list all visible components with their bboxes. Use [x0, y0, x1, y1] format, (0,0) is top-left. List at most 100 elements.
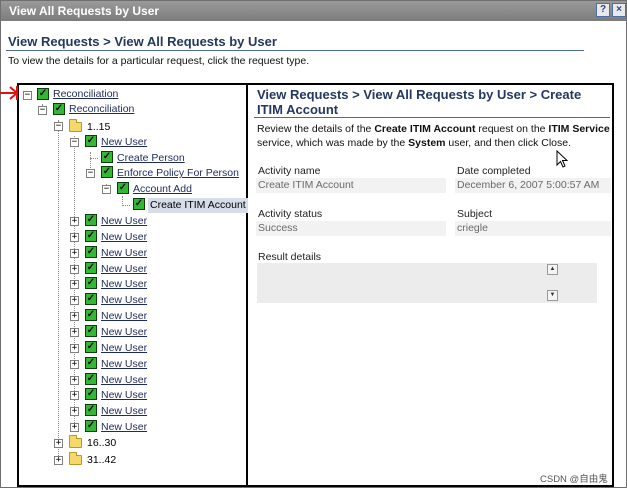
tree-node-new-user[interactable]: New User — [101, 341, 147, 356]
tree-node-new-user[interactable]: New User — [101, 420, 147, 435]
tree-folder-31-42[interactable]: 31..42 — [87, 453, 116, 468]
tree-node-create-person[interactable]: Create Person — [117, 151, 185, 166]
subject-label: Subject — [457, 208, 493, 220]
checkbox-checked-icon[interactable]: ✓ — [85, 135, 97, 147]
date-completed-value: December 6, 2007 5:00:57 AM — [455, 178, 611, 193]
checkbox-checked-icon[interactable]: ✓ — [85, 230, 97, 242]
activity-status-value: Success — [256, 221, 446, 236]
checkbox-checked-icon[interactable]: ✓ — [85, 262, 97, 274]
checkbox-checked-icon[interactable]: ✓ — [85, 420, 97, 432]
folder-icon — [69, 452, 82, 465]
checkbox-checked-icon[interactable]: ✓ — [85, 246, 97, 258]
date-completed-label: Date completed — [457, 165, 531, 177]
expand-toggle[interactable]: + — [70, 312, 79, 321]
checkbox-checked-icon[interactable]: ✓ — [85, 357, 97, 369]
desc-text: Review the details of the — [257, 123, 375, 135]
scroll-down-icon[interactable]: ▼ — [547, 290, 558, 301]
mouse-cursor-icon — [556, 150, 568, 168]
desc-request-name: Create ITIM Account — [374, 123, 476, 135]
expand-toggle[interactable]: + — [70, 328, 79, 337]
desc-text: user, and then click Close. — [445, 137, 571, 149]
scroll-up-icon[interactable]: ▲ — [547, 264, 558, 275]
tree-node-new-user[interactable]: New User — [101, 230, 147, 245]
watermark: CSDN @自由鬼 — [540, 474, 608, 485]
help-button[interactable]: ? — [596, 3, 610, 17]
tree-node-enforce-policy[interactable]: Enforce Policy For Person — [117, 166, 239, 181]
tree-node-new-user[interactable]: New User — [101, 373, 147, 388]
collapse-toggle[interactable]: − — [54, 122, 63, 131]
expand-toggle[interactable]: + — [70, 407, 79, 416]
desc-text: service, which was made by the — [257, 137, 409, 149]
tree-node-new-user[interactable]: New User — [101, 277, 147, 292]
window-titlebar: View All Requests by User — [1, 1, 626, 21]
collapse-toggle[interactable]: − — [102, 185, 111, 194]
checkbox-checked-icon[interactable]: ✓ — [53, 103, 65, 115]
checkbox-checked-icon[interactable]: ✓ — [37, 88, 49, 100]
tree-node-new-user[interactable]: New User — [101, 357, 147, 372]
checkbox-checked-icon[interactable]: ✓ — [117, 182, 129, 194]
tree-node-reconciliation-root[interactable]: Reconciliation — [53, 87, 118, 102]
detail-description: Review the details of the Create ITIM Ac… — [257, 122, 613, 150]
expand-toggle[interactable]: + — [54, 456, 63, 465]
tree-folder-1-15[interactable]: 1..15 — [87, 120, 110, 135]
checkbox-checked-icon[interactable]: ✓ — [85, 325, 97, 337]
expand-toggle[interactable]: + — [70, 360, 79, 369]
desc-text: request on the — [475, 123, 549, 135]
result-details-box[interactable] — [257, 263, 597, 303]
tree-node-new-user[interactable]: New User — [101, 135, 147, 150]
desc-service-name: ITIM Service — [548, 123, 610, 135]
expand-toggle[interactable]: + — [70, 376, 79, 385]
window-title: View All Requests by User — [9, 4, 160, 18]
tree-node-new-user[interactable]: New User — [101, 246, 147, 261]
checkbox-checked-icon[interactable]: ✓ — [85, 277, 97, 289]
expand-toggle[interactable]: + — [70, 391, 79, 400]
collapse-toggle[interactable]: − — [70, 138, 79, 147]
tree-node-new-user[interactable]: New User — [101, 325, 147, 340]
tree-node-account-add[interactable]: Account Add — [133, 182, 192, 197]
checkbox-checked-icon[interactable]: ✓ — [85, 214, 97, 226]
tree-node-create-itim-account[interactable]: Create ITIM Account — [148, 198, 248, 213]
tree-node-new-user[interactable]: New User — [101, 388, 147, 403]
tree-connector — [90, 158, 98, 159]
tree-node-new-user[interactable]: New User — [101, 293, 147, 308]
tree-node-new-user[interactable]: New User — [101, 214, 147, 229]
activity-name-label: Activity name — [258, 165, 321, 177]
tree-node-reconciliation[interactable]: Reconciliation — [69, 102, 134, 117]
tree-connector — [58, 120, 59, 464]
arrow-marker-icon — [0, 86, 19, 100]
checkbox-checked-icon[interactable]: ✓ — [85, 341, 97, 353]
subject-value: criegle — [455, 221, 611, 236]
checkbox-checked-icon[interactable]: ✓ — [85, 309, 97, 321]
tree-folder-16-30[interactable]: 16..30 — [87, 436, 116, 451]
expand-toggle[interactable]: + — [70, 296, 79, 305]
header-divider — [6, 50, 584, 51]
detail-title: View Requests > View All Requests by Use… — [257, 87, 582, 117]
tree-node-new-user[interactable]: New User — [101, 309, 147, 324]
expand-toggle[interactable]: + — [70, 217, 79, 226]
expand-toggle[interactable]: + — [70, 233, 79, 242]
expand-toggle[interactable]: + — [70, 280, 79, 289]
checkbox-checked-icon[interactable]: ✓ — [101, 151, 113, 163]
checkbox-checked-icon[interactable]: ✓ — [101, 166, 113, 178]
collapse-toggle[interactable]: − — [38, 106, 47, 115]
checkbox-checked-icon[interactable]: ✓ — [85, 293, 97, 305]
checkbox-checked-icon[interactable]: ✓ — [133, 198, 145, 210]
checkbox-checked-icon[interactable]: ✓ — [85, 373, 97, 385]
collapse-toggle[interactable]: − — [23, 91, 32, 100]
expand-toggle[interactable]: + — [70, 265, 79, 274]
tree-node-new-user[interactable]: New User — [101, 262, 147, 277]
expand-toggle[interactable]: + — [70, 344, 79, 353]
checkbox-checked-icon[interactable]: ✓ — [85, 388, 97, 400]
collapse-toggle[interactable]: − — [86, 169, 95, 178]
tree-connector — [122, 205, 130, 206]
tree-node-new-user[interactable]: New User — [101, 404, 147, 419]
desc-user-name: System — [408, 137, 446, 149]
detail-divider — [254, 117, 610, 118]
expand-toggle[interactable]: + — [70, 249, 79, 258]
instruction-text: To view the details for a particular req… — [8, 55, 310, 67]
close-button[interactable]: × — [612, 3, 626, 17]
expand-toggle[interactable]: + — [54, 439, 63, 448]
expand-toggle[interactable]: + — [70, 423, 79, 432]
checkbox-checked-icon[interactable]: ✓ — [85, 404, 97, 416]
activity-name-value: Create ITIM Account — [256, 178, 446, 193]
